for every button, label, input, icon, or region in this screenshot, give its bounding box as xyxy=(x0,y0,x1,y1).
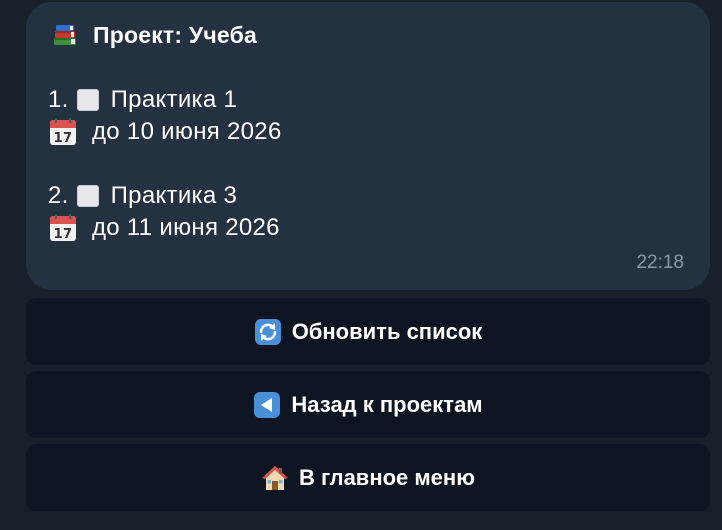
list-item: 2. Практика 3 17 до 11 июня 2026 xyxy=(48,180,282,244)
checkbox-empty-icon xyxy=(76,185,99,207)
svg-text:17: 17 xyxy=(54,131,73,146)
task-due-row: 17 до 10 июня 2026 xyxy=(48,116,282,148)
svg-text:17: 17 xyxy=(54,227,73,242)
task-number: 1. xyxy=(48,86,69,113)
calendar-icon: 17 xyxy=(50,118,76,146)
calendar-icon: 17 xyxy=(50,214,76,242)
back-to-projects-button[interactable]: Назад к проектам xyxy=(26,371,710,438)
refresh-list-button[interactable]: Обновить список xyxy=(26,298,710,365)
task-row: 1. Практика 1 xyxy=(48,84,282,116)
checkbox-empty-icon xyxy=(76,89,99,111)
message-timestamp: 22:18 xyxy=(636,252,684,273)
task-due: до 11 июня 2026 xyxy=(92,214,280,241)
list-item: 1. Практика 1 17 до 10 июня 2026 xyxy=(48,84,282,148)
project-title: Проект: Учеба xyxy=(93,21,257,48)
task-due: до 10 июня 2026 xyxy=(92,118,282,145)
task-due-row: 17 до 11 июня 2026 xyxy=(48,212,282,244)
main-menu-label: В главное меню xyxy=(298,464,475,490)
task-number: 2. xyxy=(48,182,69,209)
back-to-projects-label: Назад к проектам xyxy=(291,391,483,417)
refresh-arrows-icon xyxy=(254,318,281,345)
task-name: Практика 1 xyxy=(110,86,238,113)
refresh-list-label: Обновить список xyxy=(291,318,483,344)
books-icon xyxy=(54,25,76,45)
message-title: Проект: Учеба xyxy=(51,20,688,50)
main-menu-button[interactable]: В главное меню xyxy=(26,444,710,511)
back-arrow-icon xyxy=(254,391,281,418)
message-bubble: Проект: Учеба 1. Практика 1 17 до 10 июн… xyxy=(26,2,710,290)
house-icon xyxy=(261,465,288,490)
task-name: Практика 3 xyxy=(110,182,238,209)
task-list: 1. Практика 1 17 до 10 июня 2026 2. Прак… xyxy=(48,84,282,276)
task-row: 2. Практика 3 xyxy=(48,180,282,212)
